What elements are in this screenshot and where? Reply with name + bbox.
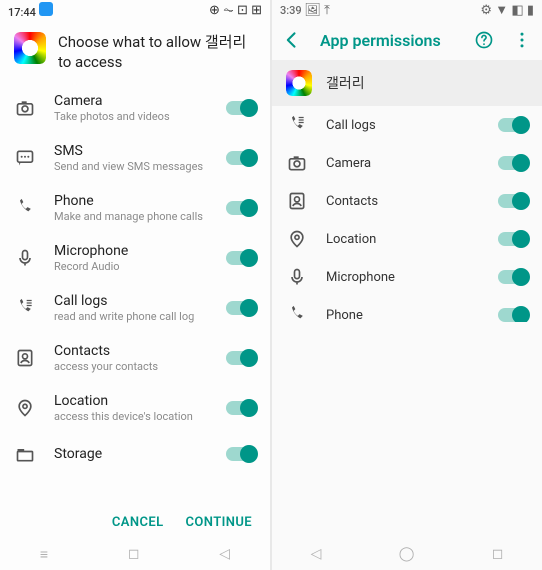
storage-icon [14, 443, 36, 465]
toggle-microphone[interactable] [498, 270, 528, 284]
permission-row-location: Location [272, 220, 542, 258]
status-icons: ⊕ ⏦ ⊡ ⊞ [209, 3, 262, 18]
permission-label: Location [326, 232, 480, 247]
app-permissions-header: App permissions [272, 20, 542, 60]
toggle-microphone[interactable] [226, 251, 256, 265]
permission-label: Location [54, 393, 208, 409]
permission-row-contacts: Contactsaccess your contacts [0, 333, 270, 383]
help-icon[interactable] [474, 30, 494, 50]
page-title: App permissions [320, 31, 456, 50]
toggle-camera[interactable] [498, 156, 528, 170]
permission-label: Call logs [326, 118, 480, 133]
status-time: 3:39 [280, 4, 302, 17]
calllog-icon [286, 114, 308, 136]
left-screenshot: 17:44 ⊕ ⏦ ⊡ ⊞ Choose what to allow 갤러리 t… [0, 0, 270, 570]
permission-sublabel: Send and view SMS messages [54, 160, 208, 173]
permission-list: Call logs Camera Contacts Location Microphon… [272, 106, 542, 322]
dialog-title: Choose what to allow 갤러리 to access [58, 32, 256, 73]
contacts-icon [286, 190, 308, 212]
permission-label: Camera [54, 93, 208, 109]
permission-sublabel: Make and manage phone calls [54, 210, 208, 223]
permission-dialog-header: Choose what to allow 갤러리 to access [0, 20, 270, 83]
permission-label: Contacts [54, 343, 208, 359]
permission-label: Microphone [54, 243, 208, 259]
permission-row-call-logs: Call logsread and write phone call log [0, 283, 270, 333]
toggle-phone[interactable] [498, 308, 528, 322]
permission-label: Microphone [326, 270, 480, 285]
permission-list: CameraTake photos and videosSMSSend and … [0, 83, 270, 506]
permission-row-storage: Storage [0, 433, 270, 475]
sms-icon [14, 147, 36, 169]
contacts-icon [14, 347, 36, 369]
calllog-icon [14, 297, 36, 319]
permission-sublabel: access your contacts [54, 360, 208, 373]
status-bar: 17:44 ⊕ ⏦ ⊡ ⊞ [0, 0, 270, 20]
continue-button[interactable]: CONTINUE [186, 515, 252, 530]
permission-row-microphone: Microphone [272, 258, 542, 296]
nav-bar: ≡ ◻ ◁ [0, 538, 270, 570]
toggle-storage[interactable] [226, 447, 256, 461]
permission-row-phone: PhoneMake and manage phone calls [0, 183, 270, 233]
toggle-call-logs[interactable] [498, 118, 528, 132]
toggle-contacts[interactable] [226, 351, 256, 365]
toggle-location[interactable] [498, 232, 528, 246]
permission-row-camera: Camera [272, 144, 542, 182]
permission-label: Call logs [54, 293, 208, 309]
location-icon [14, 397, 36, 419]
status-bar: 3:39 🖼 ⤒ ⚙ ▼ ◧ ▮ [272, 0, 542, 20]
permission-label: Storage [54, 446, 208, 462]
back-icon[interactable] [282, 30, 302, 50]
permission-label: Phone [326, 308, 480, 323]
permission-label: SMS [54, 143, 208, 159]
app-icon [286, 70, 312, 96]
location-icon [286, 228, 308, 250]
permission-row-microphone: MicrophoneRecord Audio [0, 233, 270, 283]
dialog-actions: CANCEL CONTINUE [0, 505, 270, 538]
nav-home-icon[interactable]: ◯ [399, 546, 415, 562]
permission-row-camera: CameraTake photos and videos [0, 83, 270, 133]
camera-icon [286, 152, 308, 174]
toggle-sms[interactable] [226, 151, 256, 165]
phone-icon [286, 304, 308, 322]
nav-bar: ◁ ◯ ◻ [272, 538, 542, 570]
permission-label: Camera [326, 156, 480, 171]
permission-label: Phone [54, 193, 208, 209]
nav-home-icon[interactable]: ◻ [128, 546, 140, 562]
status-icons-right: ⚙ ▼ ◧ ▮ [480, 2, 534, 18]
nav-back-icon[interactable]: ◁ [311, 546, 322, 562]
permission-sublabel: Take photos and videos [54, 110, 208, 123]
app-header-row: 갤러리 [272, 60, 542, 106]
permission-row-sms: SMSSend and view SMS messages [0, 133, 270, 183]
toggle-camera[interactable] [226, 101, 256, 115]
status-icons-left: 🖼 ⤒ [304, 3, 329, 18]
permission-row-location: Locationaccess this device's location [0, 383, 270, 433]
permission-sublabel: read and write phone call log [54, 310, 208, 323]
nav-back-icon[interactable]: ◁ [219, 546, 230, 562]
toggle-call-logs[interactable] [226, 301, 256, 315]
mic-icon [14, 247, 36, 269]
toggle-contacts[interactable] [498, 194, 528, 208]
toggle-phone[interactable] [226, 201, 256, 215]
phone-icon [14, 197, 36, 219]
permission-row-call-logs: Call logs [272, 106, 542, 144]
app-icon [14, 32, 46, 64]
notification-chip-icon [39, 2, 53, 16]
permission-sublabel: Record Audio [54, 260, 208, 273]
toggle-location[interactable] [226, 401, 256, 415]
cancel-button[interactable]: CANCEL [112, 515, 164, 530]
mic-icon [286, 266, 308, 288]
permission-sublabel: access this device's location [54, 410, 208, 423]
status-time: 17:44 [8, 6, 36, 19]
permission-row-contacts: Contacts [272, 182, 542, 220]
nav-recent-icon[interactable]: ◻ [492, 546, 504, 562]
right-screenshot: 3:39 🖼 ⤒ ⚙ ▼ ◧ ▮ App permissions 갤러리 Cal… [272, 0, 542, 570]
nav-recent-icon[interactable]: ≡ [40, 546, 48, 563]
permission-label: Contacts [326, 194, 480, 209]
camera-icon [14, 97, 36, 119]
app-name: 갤러리 [326, 73, 365, 93]
permission-row-phone: Phone [272, 296, 542, 322]
more-icon[interactable] [512, 30, 532, 50]
